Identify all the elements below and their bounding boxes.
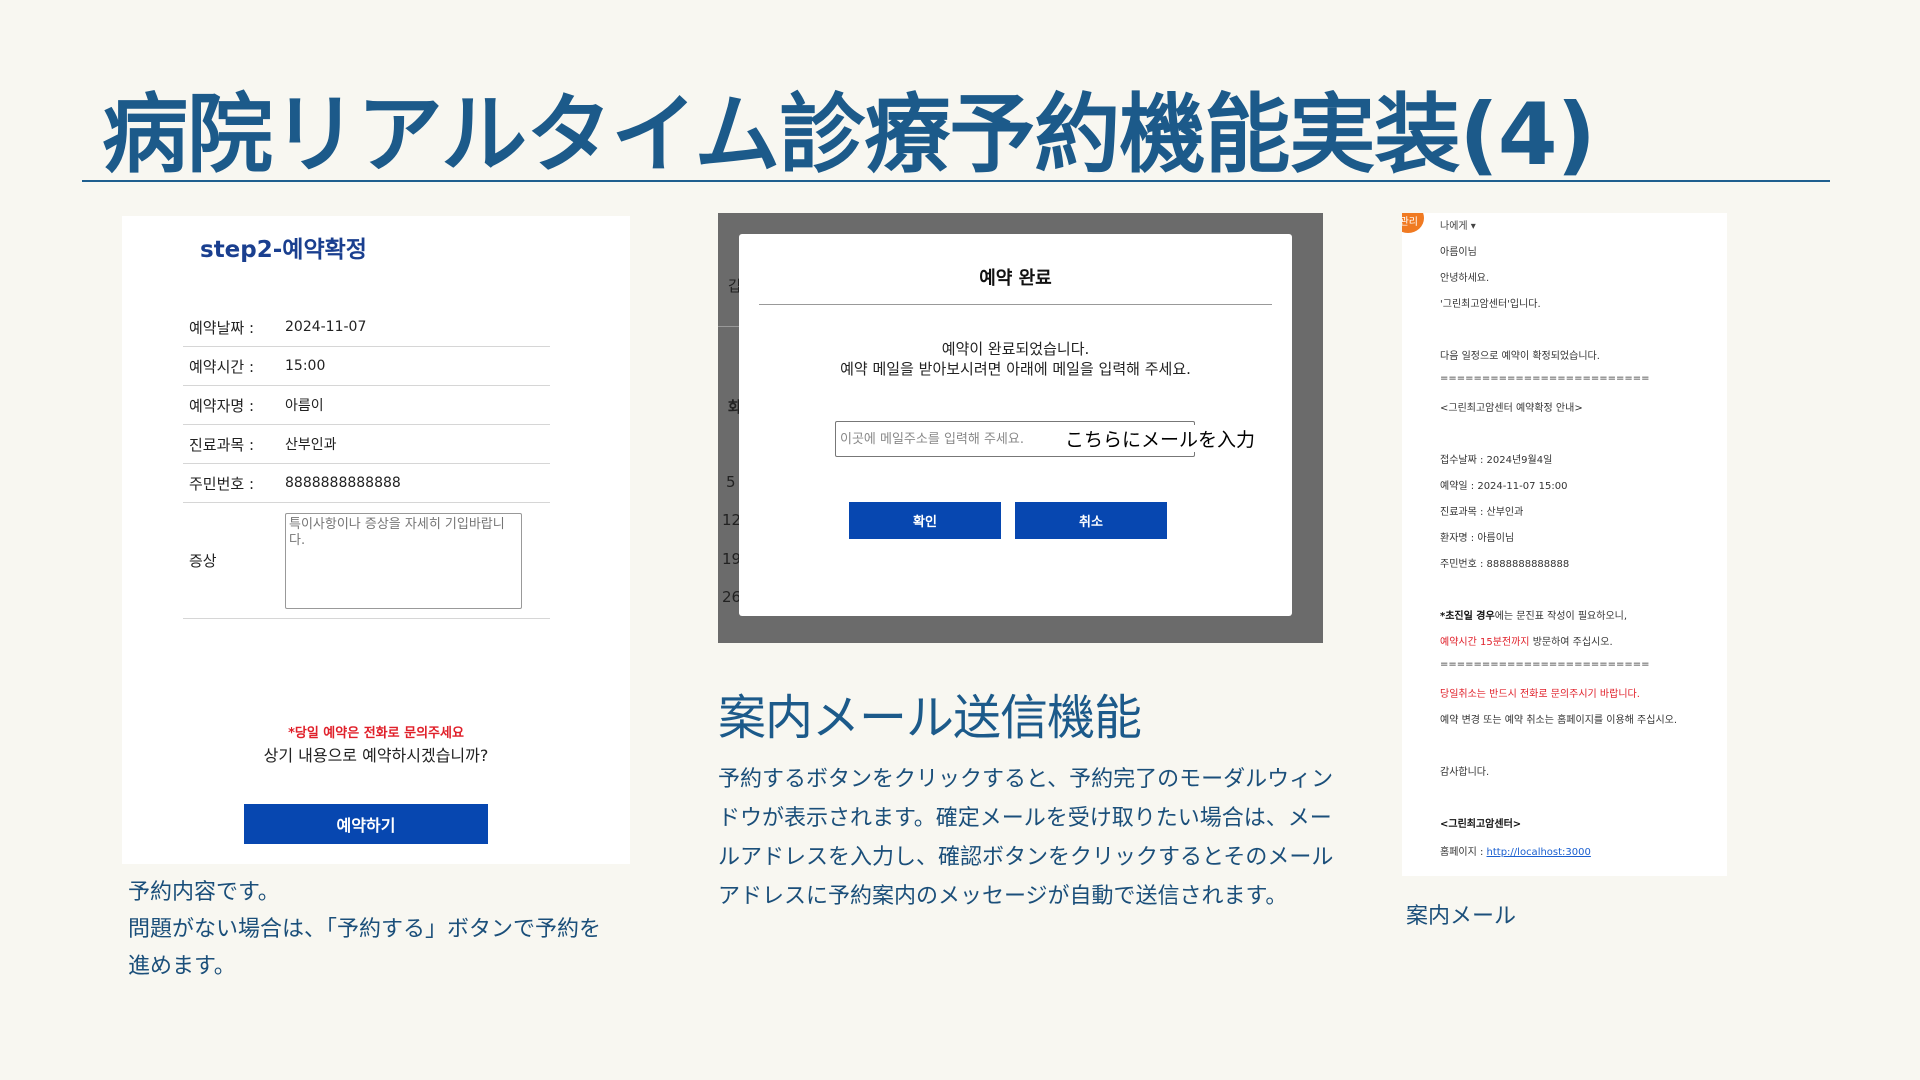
form-value: 아름이 bbox=[285, 398, 324, 414]
reservation-form-table: 예약날짜 : 2024-11-07 예약시간 : 15:00 예약자명 : 아름… bbox=[183, 308, 550, 619]
mail-text: 방문하여 주십시오. bbox=[1529, 637, 1613, 648]
mail-line: 안녕하세요. bbox=[1440, 273, 1490, 284]
form-label: 진료과목 : bbox=[189, 435, 255, 454]
mail-line: 다음 일정으로 예약이 확정되었습니다. bbox=[1440, 351, 1600, 362]
mail-red-text: 예약시간 15분전까지 bbox=[1440, 637, 1530, 648]
title-divider bbox=[82, 180, 1830, 182]
modal-divider bbox=[759, 304, 1272, 305]
form-row-symptom: 증상 bbox=[183, 503, 550, 619]
modal-title: 예약 완료 bbox=[979, 268, 1052, 289]
cancel-button[interactable]: 취소 bbox=[1015, 502, 1167, 539]
section-description: 予約するボタンをクリックすると、予約完了のモーダルウィン ドウが表示されます。確… bbox=[718, 760, 1348, 916]
mail-line: 진료과목 : 산부인과 bbox=[1440, 507, 1524, 518]
reservation-complete-modal: 예약 완료 예약이 완료되었습니다. 예약 메일을 받아보시려면 아래에 메일을… bbox=[739, 234, 1292, 616]
background-fragment: 5 bbox=[726, 473, 736, 491]
mail-line: 홈페이지 : http://localhost:3000 bbox=[1440, 843, 1591, 858]
guide-email-screenshot: 관리 나에게 ▾ 아름이님 안녕하세요. '그린최고암센터'입니다. 다음 일정… bbox=[1402, 213, 1727, 876]
form-value: 산부인과 bbox=[285, 437, 337, 453]
panel1-caption: 予約内容です。 問題がない場合は、「予約する」ボタンで予約を 進めます。 bbox=[128, 874, 648, 985]
modal-message: 예약 메일을 받아보시려면 아래에 메일을 입력해 주세요. bbox=[840, 360, 1191, 378]
mail-line: 주민번호 : 8888888888888 bbox=[1440, 559, 1570, 570]
overlay-annotation: こちらにメールを入力 bbox=[1065, 425, 1258, 452]
form-label: 예약시간 : bbox=[189, 357, 255, 376]
mail-line: 환자명 : 아름이님 bbox=[1440, 533, 1515, 544]
caption-line: 進めます。 bbox=[128, 954, 236, 979]
mail-line: 예약 변경 또는 예약 취소는 홈페이지를 이용해 주십시오. bbox=[1440, 715, 1678, 726]
form-row-department: 진료과목 : 산부인과 bbox=[183, 425, 550, 464]
description-line: アドレスに予約案内のメッセージが自動で送信されます。 bbox=[718, 884, 1288, 909]
mail-line: *초진일 경우에는 문진표 작성이 필요하오니, bbox=[1440, 607, 1627, 622]
description-line: 予約するボタンをクリックすると、予約完了のモーダルウィン bbox=[718, 767, 1334, 792]
form-label: 증상 bbox=[189, 552, 217, 570]
mail-line: 당일취소는 반드시 전화로 문의주시기 바랍니다. bbox=[1440, 689, 1640, 700]
mail-line: '그린최고암센터'입니다. bbox=[1440, 299, 1541, 310]
mail-separator: ========================= bbox=[1440, 373, 1650, 384]
form-label: 예약날짜 : bbox=[189, 318, 255, 337]
mail-signature: <그린최고암센터> bbox=[1440, 819, 1522, 830]
reservation-confirm-panel: step2-예약확정 예약날짜 : 2024-11-07 예약시간 : 15:0… bbox=[122, 216, 630, 864]
section-heading: 案内メール送信機能 bbox=[718, 690, 1142, 746]
completion-modal-screenshot: 갑 화 5 12 19 26 예약 완료 예약이 완료되었습니다. 예약 메일을… bbox=[718, 213, 1323, 643]
sender-avatar: 관리 bbox=[1402, 213, 1424, 233]
form-label: 주민번호 : bbox=[189, 474, 255, 493]
form-row-name: 예약자명 : 아름이 bbox=[183, 386, 550, 425]
slide-title: 病院リアルタイム診療予約機能実装(4) bbox=[102, 85, 1596, 185]
form-label: 예약자명 : bbox=[189, 396, 255, 415]
background-divider bbox=[718, 326, 740, 327]
confirm-button[interactable]: 확인 bbox=[849, 502, 1001, 539]
panel3-caption: 案内メール bbox=[1406, 904, 1517, 929]
symptom-textarea[interactable] bbox=[285, 512, 522, 609]
description-line: ドウが表示されます。確定メールを受け取りたい場合は、メー bbox=[718, 806, 1332, 831]
homepage-label: 홈페이지 : bbox=[1440, 847, 1487, 858]
mail-line: 예약일 : 2024-11-07 15:00 bbox=[1440, 481, 1568, 492]
mail-line: 감사합니다. bbox=[1440, 767, 1490, 778]
mail-line: 접수날짜 : 2024년9월4일 bbox=[1440, 455, 1553, 466]
description-line: ルアドレスを入力し、確認ボタンをクリックするとそのメール bbox=[718, 845, 1334, 870]
caption-line: 予約内容です。 bbox=[128, 880, 280, 905]
mail-line: <그린최고암센터 예약확정 안내> bbox=[1440, 403, 1583, 414]
reserve-button[interactable]: 예약하기 bbox=[244, 804, 488, 844]
mail-separator: ========================= bbox=[1440, 659, 1650, 670]
homepage-link[interactable]: http://localhost:3000 bbox=[1487, 847, 1591, 858]
form-row-date: 예약날짜 : 2024-11-07 bbox=[183, 308, 550, 347]
mail-bold-text: *초진일 경우 bbox=[1440, 611, 1495, 622]
modal-message: 예약이 완료되었습니다. bbox=[941, 340, 1090, 358]
recipient-dropdown[interactable]: 나에게 ▾ bbox=[1440, 217, 1476, 232]
form-value: 15:00 bbox=[285, 358, 326, 374]
confirm-question: 상기 내용으로 예약하시겠습니까? bbox=[263, 746, 489, 765]
form-row-id-number: 주민번호 : 8888888888888 bbox=[183, 464, 550, 503]
form-value: 2024-11-07 bbox=[285, 319, 367, 335]
form-row-time: 예약시간 : 15:00 bbox=[183, 347, 550, 386]
same-day-notice: *당일 예약은 전화로 문의주세요 bbox=[288, 726, 464, 741]
step-title: step2-예약확정 bbox=[200, 237, 367, 263]
caption-line: 問題がない場合は、「予約する」ボタンで予約を bbox=[128, 917, 602, 942]
mail-line: 예약시간 15분전까지 방문하여 주십시오. bbox=[1440, 633, 1613, 648]
form-value: 8888888888888 bbox=[285, 475, 401, 491]
mail-line: 아름이님 bbox=[1440, 247, 1477, 258]
mail-text: 에는 문진표 작성이 필요하오니, bbox=[1494, 611, 1628, 622]
